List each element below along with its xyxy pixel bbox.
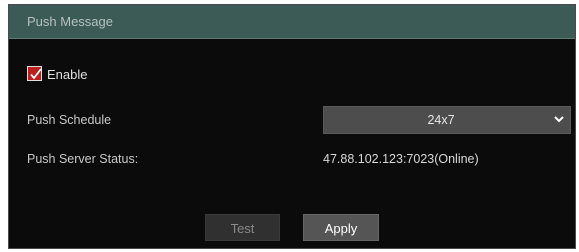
enable-checkbox[interactable] bbox=[27, 66, 42, 81]
push-server-status-value: 47.88.102.123:7023(Online) bbox=[323, 152, 479, 166]
apply-button[interactable]: Apply bbox=[303, 214, 379, 241]
test-button[interactable]: Test bbox=[205, 214, 280, 241]
push-message-panel: Push Message Enable Push Schedule 24x7 P… bbox=[8, 4, 576, 249]
checkmark-icon bbox=[30, 68, 42, 80]
push-schedule-value: 24x7 bbox=[427, 113, 455, 127]
enable-label[interactable]: Enable bbox=[47, 67, 87, 82]
push-schedule-select[interactable]: 24x7 bbox=[323, 106, 571, 134]
push-server-status-label: Push Server Status: bbox=[27, 152, 139, 166]
panel-title-bar: Push Message bbox=[9, 5, 575, 39]
chevron-down-icon bbox=[554, 116, 564, 123]
push-schedule-label: Push Schedule bbox=[27, 113, 112, 127]
panel-title: Push Message bbox=[27, 14, 113, 29]
